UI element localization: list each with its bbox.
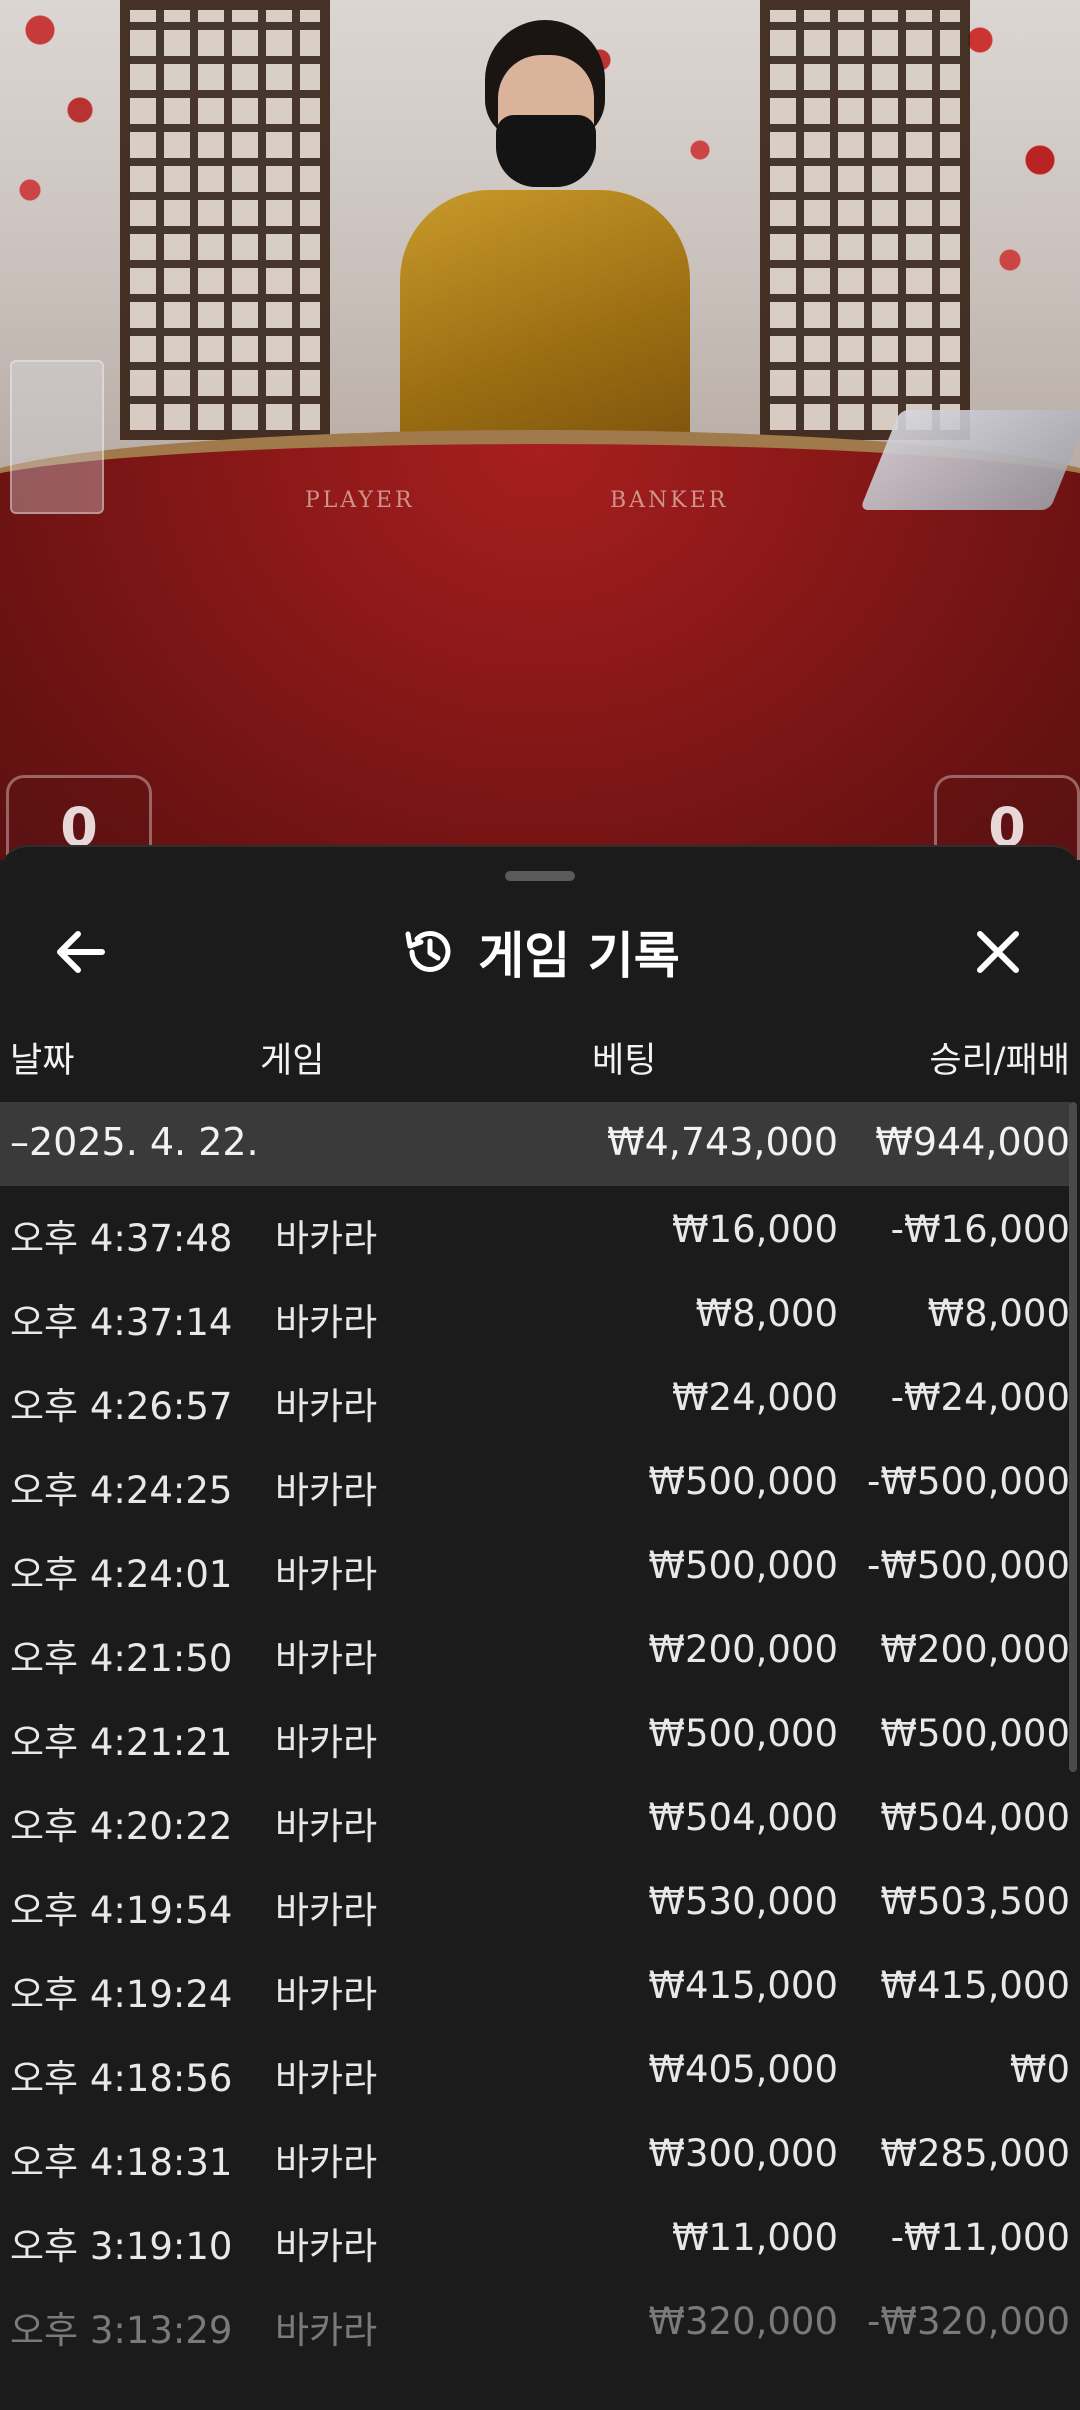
close-icon [977, 931, 1019, 973]
row-bet: ₩415,000 [648, 1964, 838, 2007]
wooden-screen-left [120, 0, 330, 440]
row-win-loss: ₩200,000 [880, 1628, 1070, 1671]
row-bet: ₩16,000 [671, 1208, 838, 1251]
row-win-loss: -₩500,000 [867, 1460, 1070, 1503]
day-total-bet: ₩4,743,000 [607, 1120, 838, 1164]
row-win-loss: -₩320,000 [867, 2300, 1070, 2343]
table-label-banker: BANKER [610, 488, 729, 513]
row-time: 오후 4:24:01 [10, 1553, 233, 1596]
row-win-loss: ₩8,000 [927, 1292, 1070, 1335]
day-total-win-loss: ₩944,000 [875, 1120, 1070, 1164]
column-header-date: 날짜 [10, 1041, 75, 1081]
row-time: 오후 4:37:48 [10, 1217, 233, 1260]
row-bet: ₩11,000 [671, 2216, 838, 2259]
row-win-loss: -₩11,000 [890, 2216, 1070, 2259]
card-holder [10, 360, 104, 514]
row-win-loss: ₩500,000 [880, 1712, 1070, 1755]
row-game: 바카라 [275, 1805, 378, 1848]
row-win-loss: ₩503,500 [880, 1880, 1070, 1923]
row-time: 오후 3:13:29 [10, 2309, 233, 2352]
row-time: 오후 4:37:14 [10, 1301, 233, 1344]
column-header-win-loss: 승리/패배 [929, 1041, 1070, 1081]
history-row[interactable]: 오후 4:26:57 바카라 ₩24,000 -₩24,000 [0, 1354, 1070, 1438]
row-game: 바카라 [275, 1721, 378, 1764]
row-win-loss: -₩24,000 [890, 1376, 1070, 1419]
row-bet: ₩500,000 [648, 1712, 838, 1755]
row-win-loss: ₩504,000 [880, 1796, 1070, 1839]
row-game: 바카라 [275, 1889, 378, 1932]
row-game: 바카라 [275, 2225, 378, 2268]
row-time: 오후 4:21:50 [10, 1637, 233, 1680]
row-win-loss: ₩415,000 [880, 1964, 1070, 2007]
day-date: –2025. 4. 22. [10, 1120, 259, 1164]
row-time: 오후 4:24:25 [10, 1469, 233, 1512]
history-row[interactable]: 오후 3:13:29 바카라 ₩320,000 -₩320,000 [0, 2278, 1070, 2362]
history-row[interactable]: 오후 3:19:10 바카라 ₩11,000 -₩11,000 [0, 2194, 1070, 2278]
live-video-feed: PLAYER BANKER 0 0 [0, 0, 1080, 860]
table-label-player: PLAYER [305, 488, 415, 513]
history-row[interactable]: 오후 4:18:56 바카라 ₩405,000 ₩0 [0, 2026, 1070, 2110]
dealer [380, 20, 720, 460]
row-game: 바카라 [275, 2057, 378, 2100]
history-row[interactable]: 오후 4:20:22 바카라 ₩504,000 ₩504,000 [0, 1774, 1070, 1858]
card-shoe [859, 410, 1080, 510]
row-game: 바카라 [275, 1973, 378, 2016]
row-time: 오후 4:19:24 [10, 1973, 233, 2016]
history-row[interactable]: 오후 4:37:14 바카라 ₩8,000 ₩8,000 [0, 1270, 1070, 1354]
history-row[interactable]: 오후 4:21:50 바카라 ₩200,000 ₩200,000 [0, 1606, 1070, 1690]
game-history-sheet: 게임 기록 날짜 게임 베팅 승리/패배 –2025. 4. 22. ₩4,74… [0, 845, 1080, 2410]
row-bet: ₩300,000 [648, 2132, 838, 2175]
row-game: 바카라 [275, 2141, 378, 2184]
day-summary-row[interactable]: –2025. 4. 22. ₩4,743,000 ₩944,000 [0, 1102, 1070, 1186]
row-time: 오후 4:26:57 [10, 1385, 233, 1428]
row-time: 오후 4:20:22 [10, 1805, 233, 1848]
wooden-screen-right [760, 0, 970, 440]
row-bet: ₩24,000 [671, 1376, 838, 1419]
row-game: 바카라 [275, 2309, 378, 2352]
row-time: 오후 3:19:10 [10, 2225, 233, 2268]
row-win-loss: ₩0 [1009, 2048, 1070, 2091]
row-game: 바카라 [275, 1217, 378, 1260]
history-row[interactable]: 오후 4:37:48 바카라 ₩16,000 -₩16,000 [0, 1186, 1070, 1270]
row-game: 바카라 [275, 1385, 378, 1428]
row-win-loss: ₩285,000 [880, 2132, 1070, 2175]
row-time: 오후 4:21:21 [10, 1721, 233, 1764]
row-time: 오후 4:19:54 [10, 1889, 233, 1932]
row-game: 바카라 [275, 1469, 378, 1512]
row-game: 바카라 [275, 1301, 378, 1344]
arrow-left-icon [57, 931, 105, 973]
row-time: 오후 4:18:56 [10, 2057, 233, 2100]
history-row[interactable]: 오후 4:18:31 바카라 ₩300,000 ₩285,000 [0, 2110, 1070, 2194]
history-row[interactable]: 오후 4:21:21 바카라 ₩500,000 ₩500,000 [0, 1690, 1070, 1774]
history-list[interactable]: –2025. 4. 22. ₩4,743,000 ₩944,000 오후 4:3… [0, 1102, 1070, 2410]
row-bet: ₩8,000 [695, 1292, 838, 1335]
sheet-title: 게임 기록 [478, 927, 680, 985]
row-win-loss: -₩500,000 [867, 1544, 1070, 1587]
row-time: 오후 4:18:31 [10, 2141, 233, 2184]
row-bet: ₩320,000 [648, 2300, 838, 2343]
row-bet: ₩530,000 [648, 1880, 838, 1923]
history-row[interactable]: 오후 4:19:24 바카라 ₩415,000 ₩415,000 [0, 1942, 1070, 2026]
row-game: 바카라 [275, 1637, 378, 1680]
row-bet: ₩200,000 [648, 1628, 838, 1671]
drag-handle[interactable] [505, 871, 575, 881]
row-bet: ₩405,000 [648, 2048, 838, 2091]
list-scrollbar[interactable] [1069, 1102, 1077, 1772]
history-row[interactable]: 오후 4:24:01 바카라 ₩500,000 -₩500,000 [0, 1522, 1070, 1606]
row-bet: ₩500,000 [648, 1544, 838, 1587]
row-bet: ₩504,000 [648, 1796, 838, 1839]
back-button[interactable] [40, 912, 120, 992]
history-row[interactable]: 오후 4:19:54 바카라 ₩530,000 ₩503,500 [0, 1858, 1070, 1942]
sheet-header: 게임 기록 [0, 902, 1080, 1002]
history-icon [405, 930, 451, 972]
row-game: 바카라 [275, 1553, 378, 1596]
row-bet: ₩500,000 [648, 1460, 838, 1503]
column-header-bet: 베팅 [592, 1041, 657, 1081]
column-header-game: 게임 [260, 1041, 325, 1081]
row-win-loss: -₩16,000 [890, 1208, 1070, 1251]
history-row[interactable]: 오후 4:24:25 바카라 ₩500,000 -₩500,000 [0, 1438, 1070, 1522]
close-button[interactable] [958, 912, 1038, 992]
